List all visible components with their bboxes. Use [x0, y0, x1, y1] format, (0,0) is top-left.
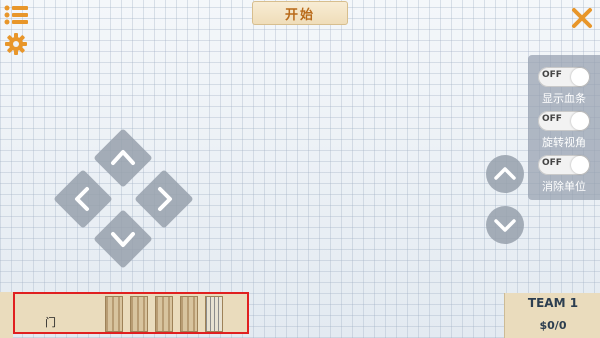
toggle-state: OFF — [542, 70, 562, 80]
chevron-up-icon — [494, 167, 516, 180]
toggle-knob — [571, 156, 589, 174]
bottom-bar-edge — [0, 292, 13, 338]
chevron-down-icon — [494, 219, 516, 232]
team-name: TEAM 1 — [527, 296, 579, 310]
close-icon[interactable] — [570, 6, 594, 30]
options-panel: OFF 显示血条 OFF 旋转视角 OFF 消除单位 — [528, 55, 600, 200]
menu-icon[interactable] — [4, 4, 30, 26]
toggle-knob — [571, 112, 589, 130]
camera-lower-button[interactable] — [486, 206, 524, 244]
arrow-down-icon — [111, 232, 135, 247]
selected-item-label: 门 — [45, 316, 56, 329]
toggle-state: OFF — [542, 158, 562, 168]
gear-icon[interactable] — [5, 33, 27, 55]
toggle-caption: 旋转视角 — [542, 136, 586, 149]
team-panel: TEAM 1 $0/0 — [504, 293, 600, 338]
arrow-left-icon — [75, 187, 89, 211]
door-item[interactable] — [155, 296, 173, 332]
toggle-state: OFF — [542, 114, 562, 124]
toggle-remove-unit[interactable]: OFF — [538, 155, 590, 175]
dpad-down-button[interactable] — [93, 209, 153, 269]
toggle-caption: 显示血条 — [542, 92, 586, 105]
door-item[interactable] — [180, 296, 198, 332]
toggle-health-bar[interactable]: OFF — [538, 67, 590, 87]
toggle-rotate-view[interactable]: OFF — [538, 111, 590, 131]
camera-raise-button[interactable] — [486, 155, 524, 193]
door-item[interactable] — [130, 296, 148, 332]
toggle-row-health-bar: OFF 显示血条 — [528, 63, 600, 107]
window-item[interactable] — [205, 296, 223, 332]
arrow-up-icon — [111, 150, 135, 165]
toggle-row-remove-unit: OFF 消除单位 — [528, 151, 600, 195]
team-money: $0/0 — [539, 319, 567, 332]
start-button[interactable]: 开始 — [252, 1, 348, 25]
toggle-caption: 消除单位 — [542, 180, 586, 193]
toggle-knob — [571, 68, 589, 86]
arrow-right-icon — [158, 187, 172, 211]
toggle-row-rotate-view: OFF 旋转视角 — [528, 107, 600, 151]
door-item[interactable] — [105, 296, 123, 332]
item-palette: 门 — [13, 292, 249, 334]
